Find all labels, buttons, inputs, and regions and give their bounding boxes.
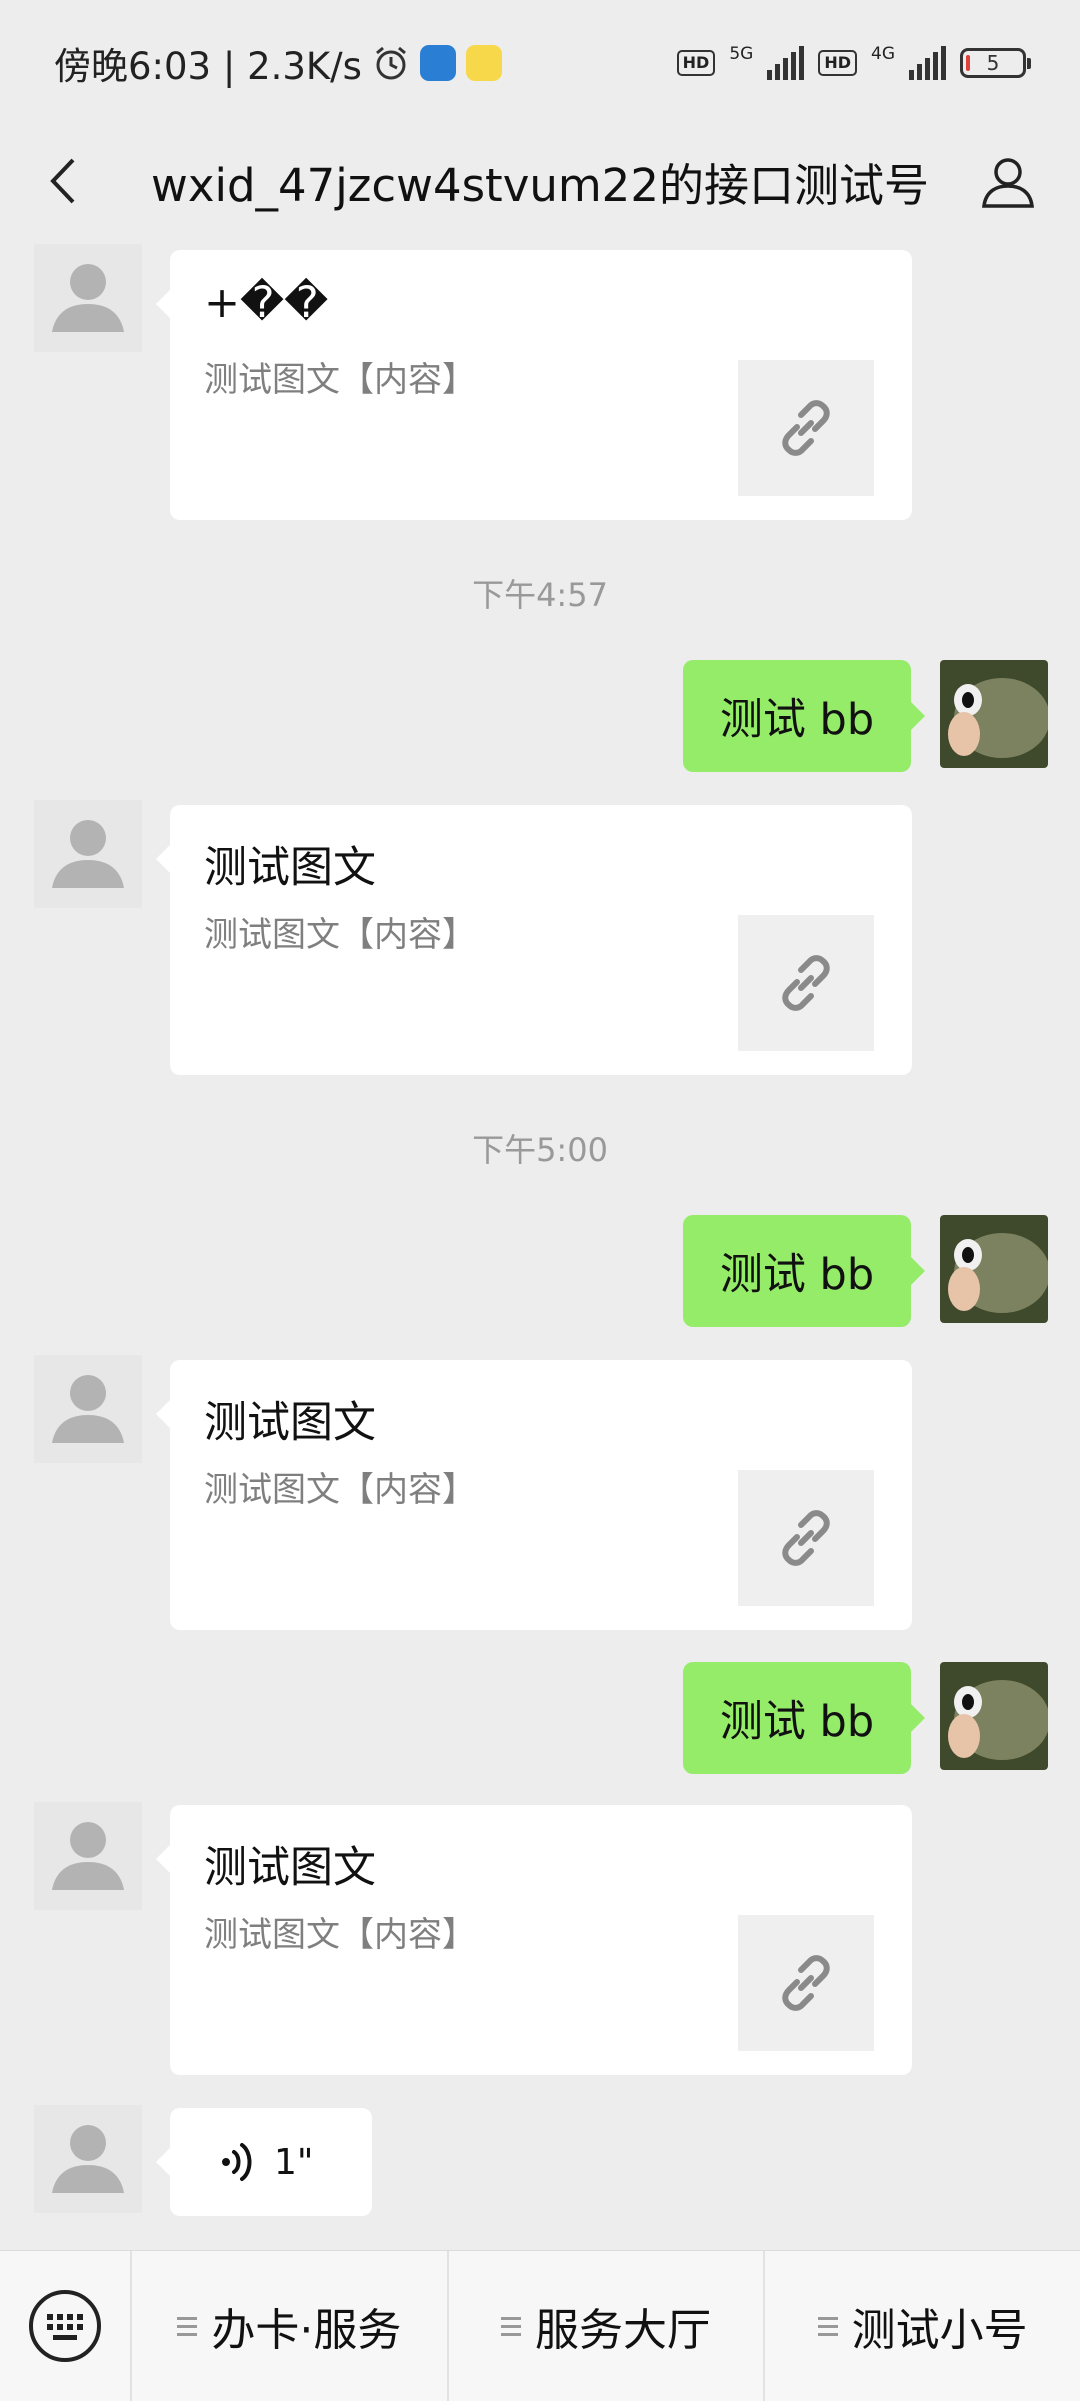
network-5g-label: 5G bbox=[729, 44, 754, 64]
menu-item-label: 测试小号 bbox=[851, 2305, 1028, 2356]
my-avatar[interactable] bbox=[940, 1215, 1048, 1323]
article-thumbnail bbox=[738, 1470, 874, 1606]
keyboard-icon bbox=[29, 2290, 101, 2362]
default-avatar-icon bbox=[52, 2125, 124, 2193]
menu-list-icon bbox=[817, 2316, 838, 2336]
sender-avatar[interactable] bbox=[34, 2105, 142, 2213]
article-card[interactable]: +�� 测试图文【内容】 bbox=[156, 250, 912, 520]
my-avatar[interactable] bbox=[940, 1662, 1048, 1770]
chat-title: wxid_47jzcw4stvum22的接口测试号 bbox=[151, 158, 929, 212]
status-time: 傍晚6:03 | 2.3K/s bbox=[54, 45, 362, 88]
status-left: 傍晚6:03 | 2.3K/s bbox=[54, 36, 502, 90]
timestamp: 下午5:00 bbox=[472, 1131, 608, 1169]
menu-list-icon bbox=[501, 2316, 521, 2336]
sent-message[interactable]: 测试 bb bbox=[683, 660, 925, 772]
battery-icon: 5 bbox=[960, 48, 1031, 78]
service-menu-bar: 办卡·服务 服务大厅 测试小号 bbox=[0, 2250, 1080, 2401]
link-icon bbox=[782, 955, 830, 1011]
signal-icon bbox=[767, 46, 805, 80]
article-desc: 测试图文【内容】 bbox=[204, 1915, 476, 1955]
menu-item-label: 办卡·服务 bbox=[211, 2305, 402, 2356]
article-card[interactable]: 测试图文 测试图文【内容】 bbox=[156, 1805, 912, 2075]
article-desc: 测试图文【内容】 bbox=[204, 360, 476, 400]
chat-header: wxid_47jzcw4stvum22的接口测试号 bbox=[0, 126, 1080, 236]
sender-avatar[interactable] bbox=[34, 1802, 142, 1910]
my-avatar[interactable] bbox=[940, 660, 1048, 768]
article-title: 测试图文 bbox=[204, 1398, 376, 1448]
keyboard-toggle-button[interactable] bbox=[0, 2251, 130, 2401]
profile-button[interactable] bbox=[972, 146, 1044, 218]
hd-icon-2: HD bbox=[818, 50, 857, 76]
article-title: 测试图文 bbox=[204, 1843, 376, 1893]
menu-list-icon bbox=[177, 2316, 198, 2336]
sender-avatar[interactable] bbox=[34, 244, 142, 352]
chevron-left-icon bbox=[50, 158, 75, 204]
battery-level: 5 bbox=[986, 51, 1000, 75]
article-card[interactable]: 测试图文 测试图文【内容】 bbox=[156, 1360, 912, 1630]
sender-avatar[interactable] bbox=[34, 1355, 142, 1463]
signal-icon-2 bbox=[909, 46, 946, 80]
default-avatar-icon bbox=[52, 264, 124, 332]
menu-item-card-service[interactable]: 办卡·服务 bbox=[130, 2251, 447, 2401]
network-4g-label: 4G bbox=[871, 44, 895, 64]
link-icon bbox=[782, 400, 830, 456]
menu-item-service-hall[interactable]: 服务大厅 bbox=[446, 2251, 764, 2401]
article-desc: 测试图文【内容】 bbox=[204, 1470, 476, 1510]
status-right: HD 5G HD 4G 5 bbox=[676, 44, 1031, 80]
menu-item-test-account[interactable]: 测试小号 bbox=[763, 2251, 1080, 2401]
photo-avatar-icon bbox=[940, 660, 1048, 768]
article-thumbnail bbox=[738, 915, 874, 1051]
article-title: +�� bbox=[204, 278, 329, 328]
mascot-notification-icon bbox=[465, 45, 502, 81]
menu-item-label: 服务大厅 bbox=[535, 2305, 711, 2356]
sent-message[interactable]: 测试 bb bbox=[683, 1662, 925, 1774]
voice-message[interactable]: 1" bbox=[156, 2108, 372, 2216]
app-notification-icon bbox=[419, 45, 456, 81]
hd-icon: HD bbox=[676, 50, 716, 76]
voice-wave-icon bbox=[222, 2143, 252, 2181]
photo-avatar-icon bbox=[940, 1662, 1048, 1770]
timestamp: 下午4:57 bbox=[472, 576, 608, 614]
alarm-icon bbox=[375, 46, 406, 80]
default-avatar-icon bbox=[52, 820, 124, 888]
article-thumbnail bbox=[738, 360, 874, 496]
status-bar: 傍晚6:03 | 2.3K/s HD 5G HD 4G 5 bbox=[0, 0, 1080, 126]
default-avatar-icon bbox=[52, 1375, 124, 1443]
article-desc: 测试图文【内容】 bbox=[204, 915, 476, 955]
sent-message[interactable]: 测试 bb bbox=[683, 1215, 925, 1327]
sent-message-text: 测试 bb bbox=[719, 695, 875, 745]
article-card[interactable]: 测试图文 测试图文【内容】 bbox=[156, 805, 912, 1075]
sent-message-text: 测试 bb bbox=[719, 1250, 875, 1300]
user-icon bbox=[982, 158, 1034, 208]
article-title: 测试图文 bbox=[204, 843, 376, 893]
voice-duration: 1" bbox=[274, 2141, 314, 2183]
link-icon bbox=[782, 1510, 830, 1566]
sender-avatar[interactable] bbox=[34, 800, 142, 908]
photo-avatar-icon bbox=[940, 1215, 1048, 1323]
article-thumbnail bbox=[738, 1915, 874, 2051]
default-avatar-icon bbox=[52, 1822, 124, 1890]
link-icon bbox=[782, 1955, 830, 2011]
back-button[interactable] bbox=[30, 148, 96, 214]
sent-message-text: 测试 bb bbox=[719, 1697, 875, 1747]
